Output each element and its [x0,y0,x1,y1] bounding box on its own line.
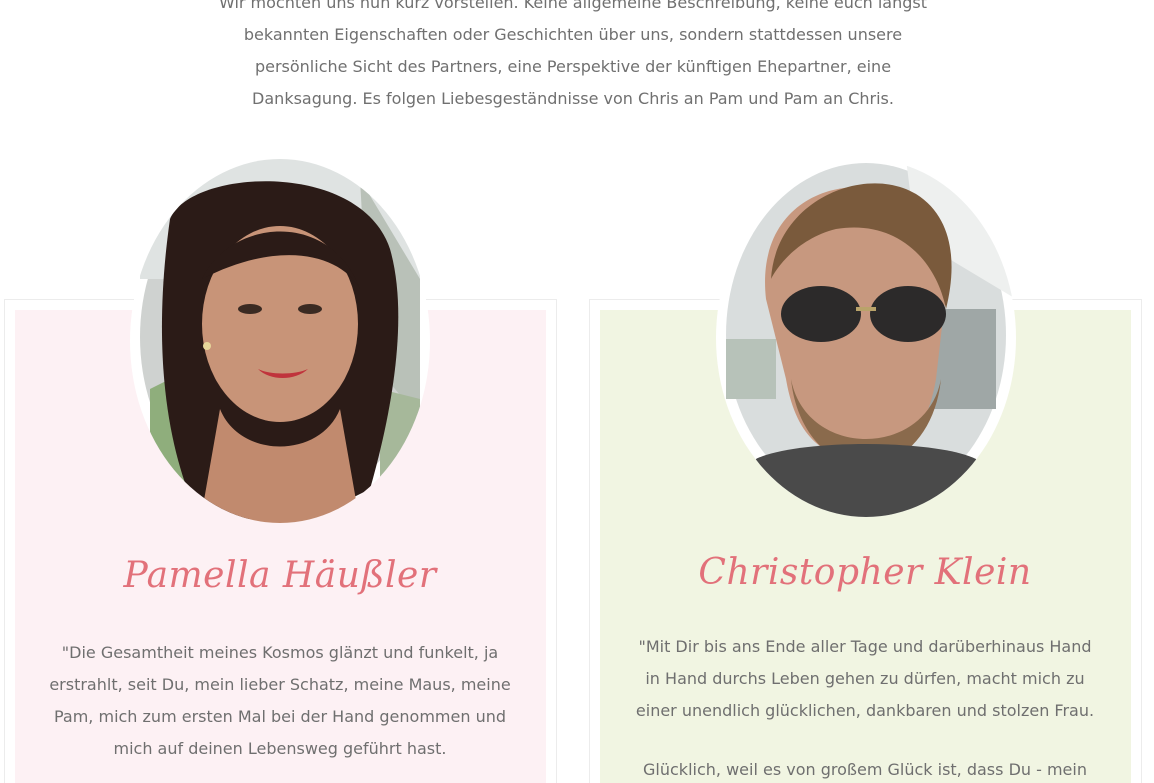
profile-quote-christopher-continued: Glücklich, weil es von großem Glück ist,… [643,760,1087,779]
portrait-photo-pamella [130,159,430,523]
portrait-photo-christopher [716,159,1016,517]
profile-name-pamella: Pamella Häußler [123,555,437,596]
intro-paragraph: Wir möchten uns nun kurz vorstellen. Kei… [218,0,928,108]
profile-name-christopher: Christopher Klein [698,552,1032,593]
portrait-illustration [140,159,420,523]
portrait-illustration [726,159,1016,517]
profile-quote-christopher: "Mit Dir bis ans Ende aller Tage und dar… [635,637,1095,720]
profile-quote-pamella: "Die Gesamtheit meines Kosmos glänzt und… [49,643,511,758]
page: Wir möchten uns nun kurz vorstellen. Kei… [0,0,1154,783]
